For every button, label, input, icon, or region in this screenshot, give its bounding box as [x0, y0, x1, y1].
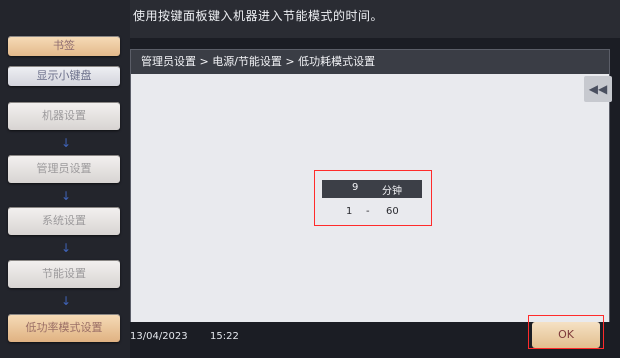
sidebar: 书签 显示小键盘 机器设置 ↓ 管理员设置 ↓ 系统设置 ↓ 节能设置 ↓ 低功…: [0, 0, 130, 358]
minutes-unit: 分钟: [382, 186, 402, 197]
sidebar-item-power-saving[interactable]: 节能设置: [8, 260, 120, 288]
down-arrow-icon: ↓: [60, 294, 72, 308]
sidebar-item-system-settings[interactable]: 系统设置: [8, 207, 120, 235]
range-min: 1: [346, 206, 353, 217]
allowed-range: 1 - 60: [346, 206, 436, 220]
bookmark-button[interactable]: 书签: [8, 36, 120, 56]
collapse-panel-icon[interactable]: ◀◀: [584, 76, 612, 102]
ok-button[interactable]: OK: [532, 322, 600, 348]
instruction-message: 使用按键面板键入机器进入节能模式的时间。: [133, 9, 384, 23]
device-screen: 使用按键面板键入机器进入节能模式的时间。 书签 显示小键盘 机器设置 ↓ 管理员…: [0, 0, 620, 358]
status-time: 15:22: [210, 331, 239, 342]
down-arrow-icon: ↓: [60, 136, 72, 150]
minutes-value-field[interactable]: 9 分钟: [322, 180, 422, 198]
show-keypad-button[interactable]: 显示小键盘: [8, 66, 120, 86]
down-arrow-icon: ↓: [60, 189, 72, 203]
sidebar-item-low-power-mode[interactable]: 低功率模式设置: [8, 314, 120, 342]
sidebar-item-admin-settings[interactable]: 管理员设置: [8, 155, 120, 183]
range-separator: -: [366, 206, 370, 217]
down-arrow-icon: ↓: [60, 241, 72, 255]
range-max: 60: [386, 206, 399, 217]
breadcrumb: 管理员设置 > 电源/节能设置 > 低功耗模式设置: [131, 50, 609, 74]
minutes-value: 9: [352, 182, 359, 193]
sidebar-item-machine-settings[interactable]: 机器设置: [8, 102, 120, 130]
status-date: 13/04/2023: [130, 331, 188, 342]
